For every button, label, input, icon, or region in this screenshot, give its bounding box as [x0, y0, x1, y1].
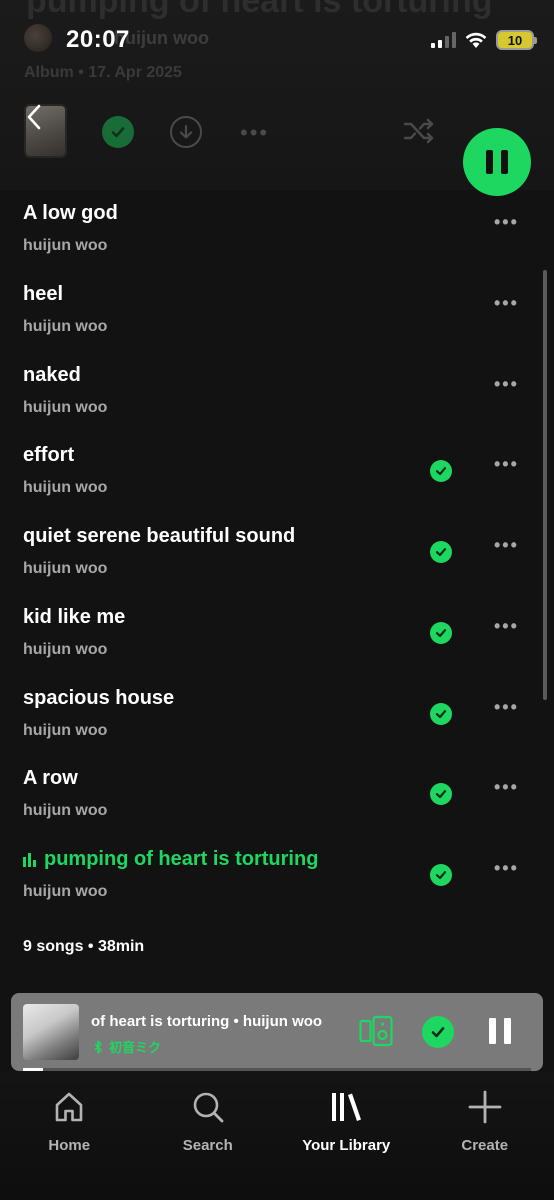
track-row[interactable]: effort huijun woo ••• [0, 432, 554, 513]
mini-player-pause-button[interactable] [487, 1018, 513, 1046]
nav-label: Search [182, 1137, 233, 1154]
battery-level: 10 [507, 32, 523, 48]
check-icon [111, 127, 125, 138]
track-title-text: naked [23, 363, 81, 386]
more-options-icon[interactable]: ••• [240, 120, 269, 146]
track-more-options-icon[interactable]: ••• [494, 535, 519, 556]
track-title: pumping of heart is torturing [23, 848, 318, 871]
track-artist: huijun woo [23, 640, 108, 658]
device-name: 初音ミク [109, 1040, 162, 1055]
track-title: spacious house [23, 687, 174, 710]
connect-device-icon[interactable] [359, 1015, 393, 1047]
nav-label: Create [461, 1137, 509, 1154]
track-title-text: effort [23, 444, 75, 467]
track-title: kid like me [23, 606, 125, 629]
download-button[interactable] [170, 116, 202, 148]
album-meta: Album • 17. Apr 2025 [24, 64, 182, 81]
track-row[interactable]: spacious house huijun woo ••• [0, 675, 554, 756]
now-playing-equalizer-icon [23, 852, 36, 867]
search-icon [193, 1092, 224, 1123]
library-icon [332, 1093, 362, 1121]
status-time: 20:07 [66, 26, 130, 53]
artist-avatar [24, 24, 52, 52]
nav-label: Your Library [302, 1137, 391, 1154]
track-title: naked [23, 364, 81, 387]
track-title-text: pumping of heart is torturing [44, 848, 319, 870]
album-summary: 9 songs • 38min [23, 938, 145, 955]
track-artist: huijun woo [23, 883, 108, 900]
mini-player-title: of heart is torturing • huijun woo [91, 1013, 323, 1030]
pause-icon [489, 1018, 496, 1044]
cellular-signal-icon [431, 32, 456, 48]
nav-home[interactable]: Home [0, 1071, 138, 1200]
track-artist: huijun woo [23, 317, 108, 335]
track-title: A row [23, 767, 78, 790]
track-title-text: kid like me [23, 605, 126, 628]
track-more-options-icon[interactable]: ••• [494, 858, 519, 879]
track-more-options-icon[interactable]: ••• [494, 777, 519, 798]
status-indicators: 10 [431, 30, 537, 50]
wifi-icon [465, 32, 487, 48]
track-row[interactable]: kid like me huijun woo ••• [0, 594, 554, 675]
track-list: A low god huijun woo ••• heel huijun woo ••• n… [0, 190, 554, 917]
track-artist: huijun woo [23, 721, 108, 739]
play-pause-button[interactable] [463, 128, 531, 196]
track-artist: huijun woo [23, 560, 108, 577]
track-more-options-icon[interactable]: ••• [494, 374, 519, 395]
nav-search[interactable]: Search [139, 1071, 277, 1200]
home-icon [55, 1092, 83, 1122]
saved-check-icon[interactable] [430, 460, 452, 483]
track-row[interactable]: A low god huijun woo ••• [0, 190, 554, 271]
bottom-navigation: Home Search Your Library Create [0, 1071, 554, 1200]
track-title: heel [23, 283, 63, 306]
track-artist: huijun woo [23, 398, 108, 416]
saved-check-icon[interactable] [430, 702, 452, 725]
saved-check-button[interactable] [102, 116, 134, 148]
track-more-options-icon[interactable]: ••• [494, 616, 519, 637]
mini-player-artwork[interactable] [23, 1004, 79, 1060]
track-title-text: A low god [23, 202, 118, 224]
nav-create[interactable]: Create [416, 1071, 554, 1200]
track-row[interactable]: naked huijun woo ••• [0, 352, 554, 433]
back-arrow-icon[interactable] [22, 102, 46, 132]
track-artist: huijun woo [23, 802, 108, 820]
nav-label: Home [48, 1137, 91, 1154]
track-row[interactable]: A row huijun woo ••• [0, 755, 554, 836]
track-title-text: quiet serene beautiful sound [23, 525, 296, 547]
track-title-text: spacious house [23, 686, 175, 709]
track-more-options-icon[interactable]: ••• [494, 454, 519, 475]
mini-player[interactable]: of heart is torturing • huijun woo 初音ミク [11, 993, 543, 1071]
track-title: effort [23, 444, 74, 467]
check-icon [431, 1027, 445, 1038]
track-row[interactable]: pumping of heart is torturing huijun woo •… [0, 836, 554, 917]
mini-player-saved-button[interactable] [422, 1016, 454, 1048]
bluetooth-icon [94, 1039, 102, 1054]
plus-icon [468, 1090, 502, 1124]
saved-check-icon[interactable] [430, 864, 452, 886]
scrollbar[interactable] [543, 270, 547, 700]
mini-player-device[interactable]: 初音ミク [93, 1037, 161, 1056]
track-artist: huijun woo [23, 237, 108, 254]
track-title-text: heel [23, 282, 64, 305]
track-title: A low god [23, 202, 118, 225]
saved-check-icon[interactable] [430, 621, 452, 644]
faded-album-title: pumping of heart is torturing [26, 0, 493, 20]
nav-your-library[interactable]: Your Library [277, 1071, 415, 1200]
pause-icon [486, 150, 493, 174]
saved-check-icon[interactable] [430, 783, 452, 806]
track-more-options-icon[interactable]: ••• [494, 697, 519, 718]
track-row[interactable]: quiet serene beautiful sound huijun woo ••… [0, 513, 554, 594]
saved-check-icon[interactable] [430, 541, 452, 563]
track-title: quiet serene beautiful sound [23, 525, 295, 548]
track-artist: huijun woo [23, 479, 108, 497]
battery-icon: 10 [496, 30, 537, 50]
track-more-options-icon[interactable]: ••• [494, 293, 519, 314]
shuffle-icon[interactable] [402, 116, 436, 146]
download-arrow-icon [179, 124, 193, 139]
track-title-text: A row [23, 767, 78, 790]
track-more-options-icon[interactable]: ••• [494, 212, 519, 233]
track-row[interactable]: heel huijun woo ••• [0, 271, 554, 352]
